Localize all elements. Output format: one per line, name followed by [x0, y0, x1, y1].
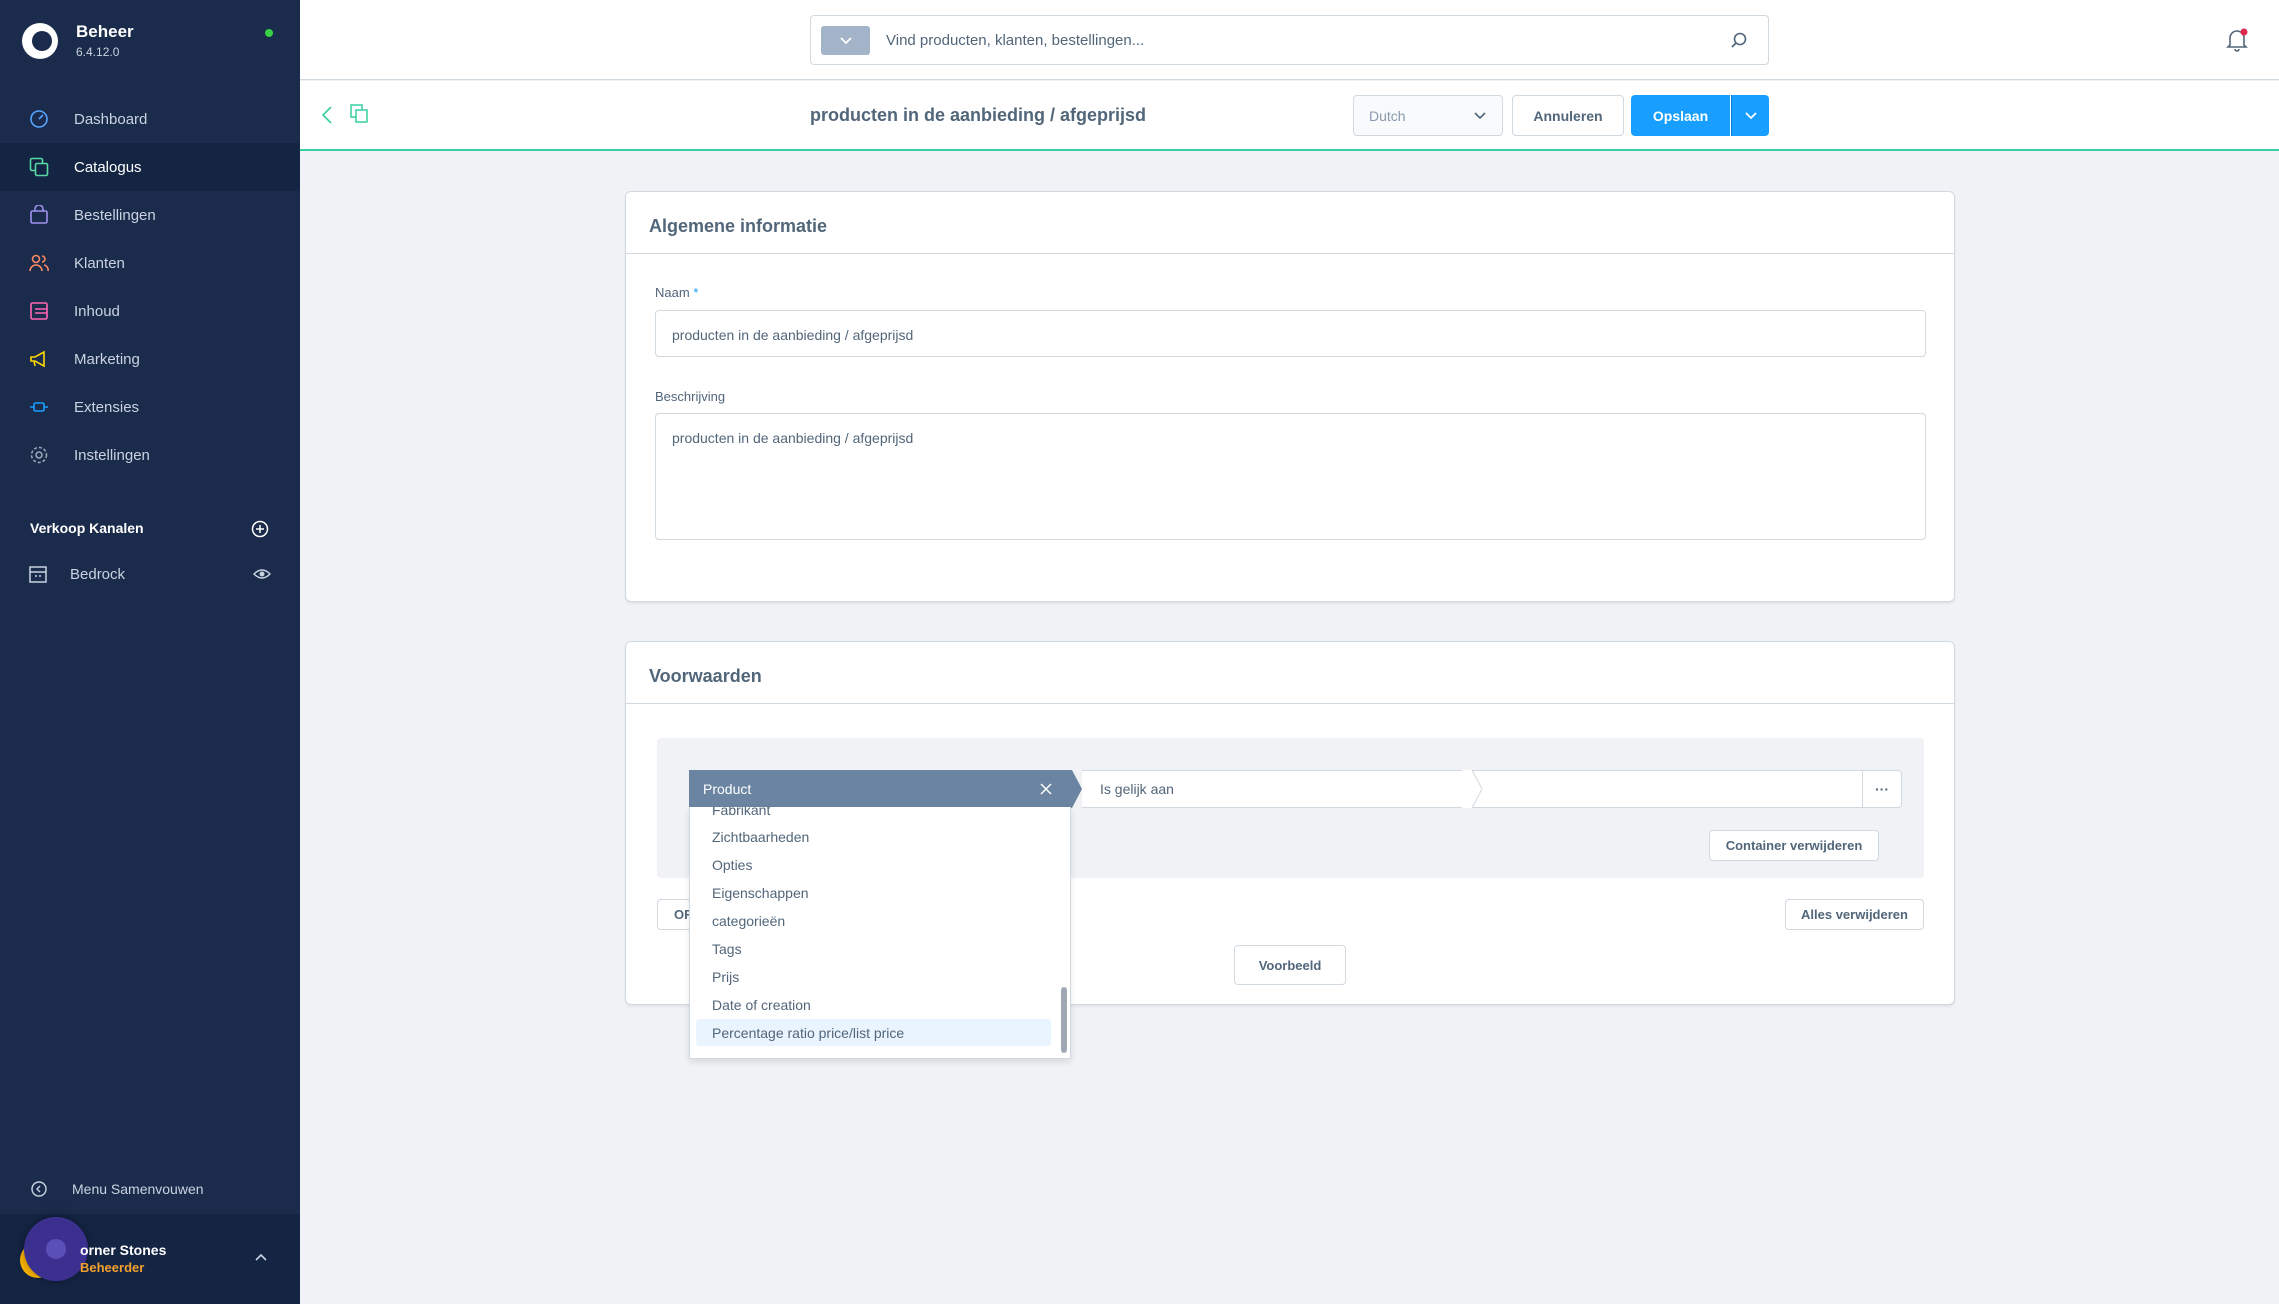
nav-label: Marketing [74, 350, 140, 368]
back-arrow-icon[interactable] [320, 105, 334, 125]
condition-operator-select[interactable]: Is gelijk aan [1082, 770, 1472, 808]
users-icon [28, 252, 50, 274]
operator-value: Is gelijk aan [1100, 781, 1174, 797]
language-select[interactable]: Dutch [1353, 95, 1503, 136]
name-field[interactable]: producten in de aanbieding / afgeprijsd [655, 310, 1926, 357]
online-status-dot [265, 29, 273, 37]
condition-more-button[interactable]: ··· [1862, 770, 1902, 808]
chevron-down-icon [1744, 111, 1757, 119]
top-bar [300, 0, 2279, 80]
storefront-icon [29, 566, 47, 583]
page-title: producten in de aanbieding / afgeprijsd [810, 105, 1147, 125]
description-textarea[interactable]: producten in de aanbieding / afgeprijsd [655, 413, 1926, 540]
condition-field-value: Product [703, 781, 752, 797]
card-title: Algemene informatie [626, 192, 1954, 254]
nav-label: Bestellingen [74, 206, 156, 224]
smart-bar: producten in de aanbieding / afgeprijsd … [300, 81, 2279, 151]
card-title: Voorwaarden [626, 642, 1954, 704]
eye-icon[interactable] [253, 567, 271, 581]
shopware-logo [22, 22, 58, 59]
search-type-dropdown[interactable] [821, 26, 870, 55]
dropdown-option[interactable]: Zichtbaarheden [696, 823, 1051, 850]
gear-icon [28, 444, 50, 466]
operator-separator [1462, 770, 1482, 808]
user-role: Beheerder [80, 1260, 145, 1275]
general-info-card: Algemene informatie Naam * producten in … [625, 191, 1955, 602]
sales-channels-title: Verkoop Kanalen [30, 520, 144, 536]
name-label: Naam * [655, 285, 699, 300]
chevron-down-icon [839, 36, 852, 44]
dropdown-option-highlighted[interactable]: Percentage ratio price/list price [696, 1019, 1051, 1046]
dropdown-option[interactable]: Opties [696, 851, 1051, 878]
close-icon[interactable] [1040, 783, 1052, 795]
app-version: 6.4.12.0 [76, 45, 120, 59]
remove-container-button[interactable]: Container verwijderen [1709, 830, 1879, 861]
megaphone-icon [28, 348, 50, 370]
nav-label: Inhoud [74, 302, 120, 320]
nav-label: Extensies [74, 398, 140, 416]
nav-item-marketing[interactable]: Marketing [0, 335, 300, 383]
search-icon[interactable] [1730, 31, 1748, 49]
collapse-label: Menu Samenvouwen [72, 1181, 204, 1197]
global-search[interactable] [810, 15, 1769, 65]
nav-label: Instellingen [74, 446, 150, 464]
bell-icon[interactable] [2226, 28, 2248, 52]
brand[interactable]: Beheer 6.4.12.0 [22, 22, 134, 59]
save-options-button[interactable] [1731, 95, 1769, 136]
catalog-icon [28, 156, 50, 178]
app-name: Beheer [76, 22, 134, 41]
save-button[interactable]: Opslaan [1631, 95, 1730, 136]
field-arrow [1072, 770, 1082, 808]
nav-label: Dashboard [74, 110, 148, 128]
dropdown-scrollbar[interactable] [1061, 987, 1067, 1053]
copy-icon[interactable] [350, 104, 368, 124]
nav-item-bestellingen[interactable]: Bestellingen [0, 191, 300, 239]
search-input[interactable] [886, 26, 1706, 55]
dropdown-option[interactable]: Fabrikant [696, 807, 1051, 823]
nav-item-inhoud[interactable]: Inhoud [0, 287, 300, 335]
condition-value-select[interactable] [1472, 770, 1862, 808]
bag-icon [28, 204, 50, 226]
collapse-menu-button[interactable]: Menu Samenvouwen [30, 1180, 204, 1198]
sidebar: Beheer 6.4.12.0 Dashboard Catalogus Best… [0, 0, 300, 1304]
nav-item-extensies[interactable]: Extensies [0, 383, 300, 431]
cancel-button[interactable]: Annuleren [1512, 95, 1624, 136]
dropdown-option[interactable]: Date of creation [696, 991, 1051, 1018]
collapse-icon [31, 1181, 47, 1197]
add-channel-icon[interactable] [251, 520, 269, 538]
user-name: orner Stones [80, 1242, 167, 1258]
dropdown-option[interactable]: Tags [696, 935, 1051, 962]
nav-item-catalogus[interactable]: Catalogus [0, 143, 300, 191]
dropdown-option[interactable]: Prijs [696, 963, 1051, 990]
nav-item-dashboard[interactable]: Dashboard [0, 95, 300, 143]
nav-item-instellingen[interactable]: Instellingen [0, 431, 300, 479]
channel-item-bedrock[interactable]: Bedrock [28, 564, 125, 584]
language-value: Dutch [1369, 107, 1406, 124]
chevron-down-icon [1474, 112, 1486, 120]
chat-bubble-icon[interactable] [24, 1217, 88, 1281]
content-icon [28, 300, 50, 322]
chevron-up-icon[interactable] [254, 1252, 268, 1262]
remove-all-button[interactable]: Alles verwijderen [1785, 899, 1924, 930]
channel-label: Bedrock [70, 565, 126, 583]
nav-label: Klanten [74, 254, 125, 272]
nav-item-klanten[interactable]: Klanten [0, 239, 300, 287]
main-nav: Dashboard Catalogus Bestellingen Klanten… [0, 95, 300, 479]
plug-icon [28, 396, 50, 418]
nav-label: Catalogus [74, 158, 142, 176]
description-label: Beschrijving [655, 389, 726, 404]
gauge-icon [28, 108, 50, 130]
dropdown-option[interactable]: Eigenschappen [696, 879, 1051, 906]
condition-field-select[interactable]: Product [689, 770, 1072, 808]
field-options-dropdown: Fabrikant Zichtbaarheden Opties Eigensch… [689, 807, 1071, 1059]
preview-button[interactable]: Voorbeeld [1234, 945, 1346, 985]
dropdown-option[interactable]: categorieën [696, 907, 1051, 934]
